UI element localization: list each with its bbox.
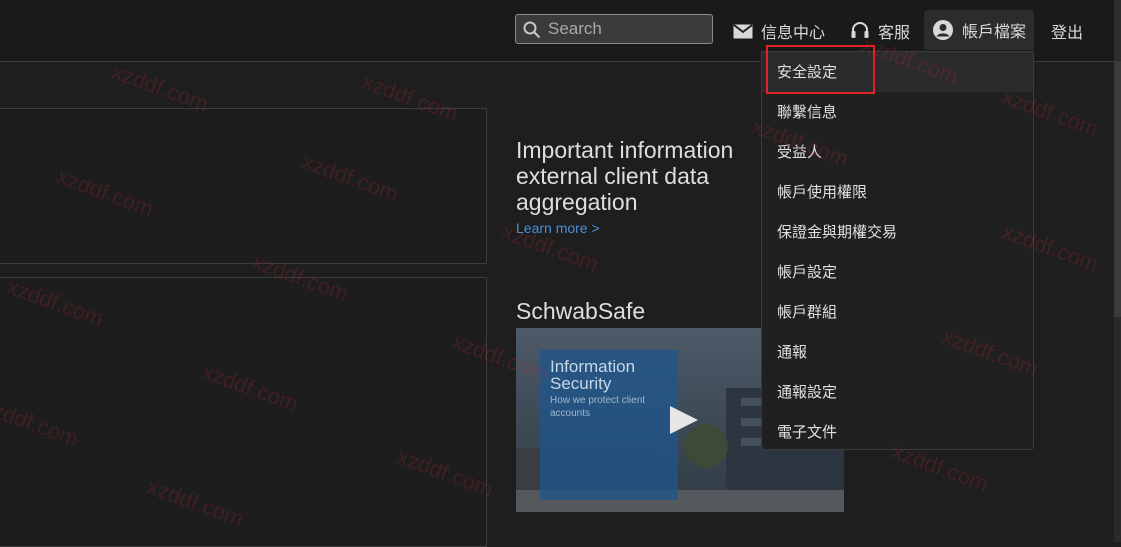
menu-item-beneficiaries[interactable]: 受益人 xyxy=(762,132,1033,172)
video-title-card: Information Security How we protect clie… xyxy=(540,350,678,500)
video-card-title: Information Security xyxy=(550,357,636,393)
menu-item-e-documents[interactable]: 電子文件 xyxy=(762,412,1033,452)
logout-link[interactable]: 登出 xyxy=(1051,14,1083,48)
headset-icon xyxy=(851,22,869,38)
page-scrollbar-thumb[interactable] xyxy=(1114,62,1121,317)
account-profile-label: 帳戶檔案 xyxy=(962,22,1027,41)
logout-label: 登出 xyxy=(1051,23,1084,42)
menu-item-contact-info[interactable]: 聯繫信息 xyxy=(762,92,1033,132)
messages-link[interactable]: 信息中心 xyxy=(733,14,825,48)
search-input[interactable] xyxy=(548,18,708,40)
schwabsafe-title: SchwabSafe xyxy=(516,298,646,324)
highlight-box xyxy=(766,45,875,94)
user-avatar-icon xyxy=(933,20,953,40)
envelope-icon xyxy=(733,23,753,38)
menu-item-alert-settings[interactable]: 通報設定 xyxy=(762,372,1033,412)
learn-more-link[interactable]: Learn more > xyxy=(516,220,600,236)
menu-item-margin-options[interactable]: 保證金與期權交易 xyxy=(762,212,1033,252)
top-scrollbar[interactable] xyxy=(1114,0,1121,61)
menu-item-account-groups[interactable]: 帳戶群組 xyxy=(762,292,1033,332)
video-card-subtitle: How we protect client accounts xyxy=(550,395,646,419)
content-panel xyxy=(0,277,487,547)
account-profile-dropdown-menu: 安全設定 聯繫信息 受益人 帳戶使用權限 保證金與期權交易 帳戶設定 帳戶群組 … xyxy=(761,51,1034,450)
service-label: 客服 xyxy=(878,23,911,42)
search-icon xyxy=(523,21,541,39)
important-information-title: Important information external client da… xyxy=(516,137,734,215)
service-link[interactable]: 客服 xyxy=(850,14,910,48)
play-icon[interactable] xyxy=(668,404,700,436)
account-profile-button[interactable]: 帳戶檔案 xyxy=(924,10,1034,50)
menu-item-alerts[interactable]: 通報 xyxy=(762,332,1033,372)
menu-item-account-settings[interactable]: 帳戶設定 xyxy=(762,252,1033,292)
search-box[interactable] xyxy=(515,14,713,44)
messages-label: 信息中心 xyxy=(761,23,826,42)
content-panel xyxy=(0,108,487,264)
menu-item-account-permissions[interactable]: 帳戶使用權限 xyxy=(762,172,1033,212)
